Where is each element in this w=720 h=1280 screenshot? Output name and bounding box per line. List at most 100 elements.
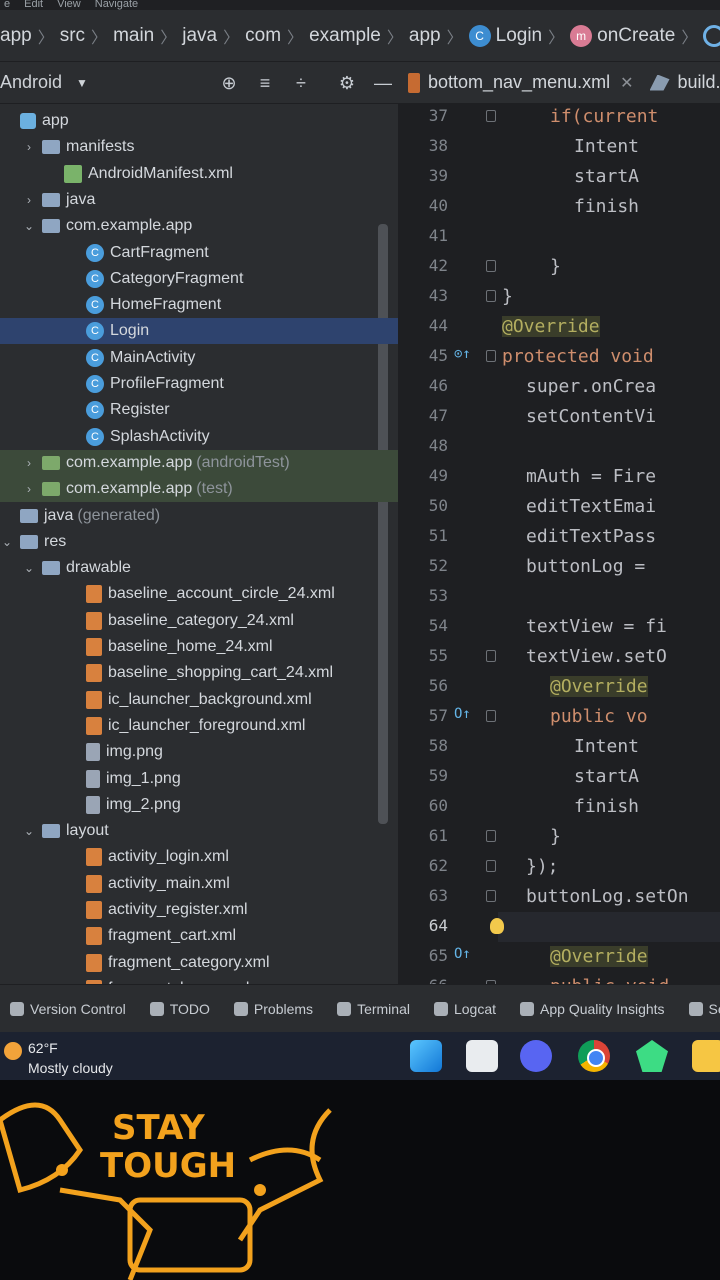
- tool-window-button[interactable]: Servi: [688, 1001, 720, 1017]
- fold-icon[interactable]: [486, 830, 496, 842]
- tree-item[interactable]: baseline_shopping_cart_24.xml: [0, 660, 398, 686]
- chevron-icon[interactable]: ⌄: [0, 535, 14, 549]
- chevron-icon[interactable]: ⌄: [22, 219, 36, 233]
- breadcrumb-item[interactable]: src: [60, 25, 85, 47]
- fold-icon[interactable]: [486, 710, 496, 722]
- chevron-icon[interactable]: ›: [22, 456, 36, 470]
- hide-icon[interactable]: —: [372, 72, 394, 94]
- project-view-select[interactable]: Android ▼: [0, 72, 88, 93]
- chevron-icon[interactable]: ›: [22, 482, 36, 496]
- collapse-all-icon[interactable]: ÷: [290, 72, 312, 94]
- android-studio-icon[interactable]: [636, 1040, 668, 1072]
- menu-item[interactable]: Navigate: [95, 0, 138, 10]
- tree-item[interactable]: app: [0, 108, 398, 134]
- tree-item[interactable]: ic_launcher_foreground.xml: [0, 713, 398, 739]
- fold-icon[interactable]: [486, 110, 496, 122]
- tree-item[interactable]: ic_launcher_background.xml: [0, 687, 398, 713]
- gear-icon[interactable]: ⚙: [336, 72, 358, 94]
- code-editor[interactable]: 37 if(current 38 Intent 39 startA 40 finish 41 42…: [398, 104, 720, 1004]
- tree-item[interactable]: activity_register.xml: [0, 897, 398, 923]
- fold-icon[interactable]: [486, 650, 496, 662]
- tree-item[interactable]: C Register: [0, 397, 398, 423]
- tree-item[interactable]: › manifests: [0, 134, 398, 160]
- windows-start-icon[interactable]: [410, 1040, 442, 1072]
- tree-item[interactable]: java (generated): [0, 503, 398, 529]
- breadcrumb-item[interactable]: java: [182, 25, 217, 47]
- tree-item[interactable]: ⌄ drawable: [0, 555, 398, 581]
- line-number: 44: [428, 316, 448, 335]
- tree-item[interactable]: C CategoryFragment: [0, 266, 398, 292]
- override-marker-icon[interactable]: O↑: [454, 946, 471, 962]
- fold-icon[interactable]: [486, 290, 496, 302]
- tree-item[interactable]: C MainActivity: [0, 345, 398, 371]
- tab-bottom-nav-menu[interactable]: bottom_nav_menu.xml ✕: [400, 62, 642, 103]
- breadcrumb-item[interactable]: C Login: [468, 24, 542, 47]
- tree-item[interactable]: ⌄ com.example.app: [0, 213, 398, 239]
- close-icon[interactable]: ✕: [620, 73, 633, 93]
- tool-window-icon: [233, 1001, 248, 1016]
- file-explorer-icon[interactable]: [692, 1040, 720, 1072]
- tree-item[interactable]: fragment_cart.xml: [0, 923, 398, 949]
- tree-item[interactable]: › com.example.app (test): [0, 476, 398, 503]
- tree-item-label: CategoryFragment: [110, 269, 244, 287]
- fold-icon[interactable]: [486, 260, 496, 272]
- tool-window-button[interactable]: Logcat: [433, 1001, 496, 1017]
- weather-widget[interactable]: 62°F Mostly cloudy: [4, 1038, 144, 1078]
- tool-window-button[interactable]: Problems: [233, 1001, 313, 1017]
- breadcrumb-item[interactable]: com: [245, 25, 281, 47]
- tool-window-button[interactable]: App Quality Insights: [520, 1001, 665, 1017]
- breadcrumb-item[interactable]: anonymous: [703, 24, 720, 47]
- tree-item[interactable]: › com.example.app (androidTest): [0, 449, 398, 476]
- task-view-icon[interactable]: [466, 1040, 498, 1072]
- breadcrumb-item[interactable]: app: [0, 25, 32, 47]
- override-marker-icon[interactable]: ⊙↑: [454, 346, 471, 362]
- breadcrumb-item[interactable]: example: [309, 25, 381, 47]
- chevron-icon[interactable]: ⌄: [22, 561, 36, 575]
- tree-item[interactable]: baseline_home_24.xml: [0, 634, 398, 660]
- tree-item[interactable]: fragment_home.xml: [0, 976, 398, 984]
- chrome-icon[interactable]: [578, 1040, 610, 1072]
- chevron-icon[interactable]: ›: [22, 140, 36, 154]
- chevron-right-icon: 〉: [386, 29, 403, 47]
- tree-item[interactable]: img.png: [0, 739, 398, 765]
- tool-window-button[interactable]: Version Control: [10, 1001, 126, 1017]
- tree-item[interactable]: C SplashActivity: [0, 424, 398, 450]
- fold-icon[interactable]: [486, 860, 496, 872]
- tree-item[interactable]: img_1.png: [0, 766, 398, 792]
- tree-item[interactable]: C Login: [0, 318, 398, 345]
- tree-item[interactable]: C ProfileFragment: [0, 371, 398, 397]
- tree-item[interactable]: ⌄ layout: [0, 818, 398, 844]
- breadcrumb-item[interactable]: main: [113, 25, 154, 47]
- tree-item-label: MainActivity: [110, 348, 196, 366]
- menu-item[interactable]: Edit: [24, 0, 43, 10]
- tree-item[interactable]: C HomeFragment: [0, 292, 398, 318]
- meeting-app-icon[interactable]: [520, 1040, 552, 1072]
- tree-item[interactable]: activity_login.xml: [0, 844, 398, 870]
- tab-build[interactable]: build.: [642, 62, 720, 103]
- target-icon[interactable]: ⊕: [218, 72, 240, 94]
- tree-item[interactable]: AndroidManifest.xml: [0, 161, 398, 187]
- tool-window-button[interactable]: Terminal: [337, 1001, 410, 1017]
- menu-item[interactable]: e: [4, 0, 10, 10]
- tree-item[interactable]: img_2.png: [0, 792, 398, 818]
- tree-item[interactable]: fragment_category.xml: [0, 950, 398, 976]
- expand-all-icon[interactable]: ≡: [254, 72, 276, 94]
- override-marker-icon[interactable]: O↑: [454, 706, 471, 722]
- breadcrumb-item[interactable]: m onCreate: [570, 24, 675, 47]
- xml-file-icon: [86, 585, 102, 604]
- fold-icon[interactable]: [486, 350, 496, 362]
- tree-item[interactable]: ⌄ res: [0, 529, 398, 555]
- chevron-icon[interactable]: ⌄: [22, 824, 36, 838]
- tree-item[interactable]: activity_main.xml: [0, 871, 398, 897]
- lightbulb-icon[interactable]: [490, 918, 504, 934]
- tool-window-button[interactable]: TODO: [149, 1001, 210, 1017]
- menu-item[interactable]: View: [57, 0, 81, 10]
- fold-icon[interactable]: [486, 890, 496, 902]
- tree-item[interactable]: C CartFragment: [0, 240, 398, 266]
- breadcrumb-item[interactable]: app: [409, 25, 441, 47]
- chevron-icon[interactable]: ›: [22, 193, 36, 207]
- tree-item[interactable]: baseline_account_circle_24.xml: [0, 581, 398, 607]
- tree-item[interactable]: baseline_category_24.xml: [0, 608, 398, 634]
- line-number: 42: [428, 256, 448, 275]
- tree-item[interactable]: › java: [0, 187, 398, 213]
